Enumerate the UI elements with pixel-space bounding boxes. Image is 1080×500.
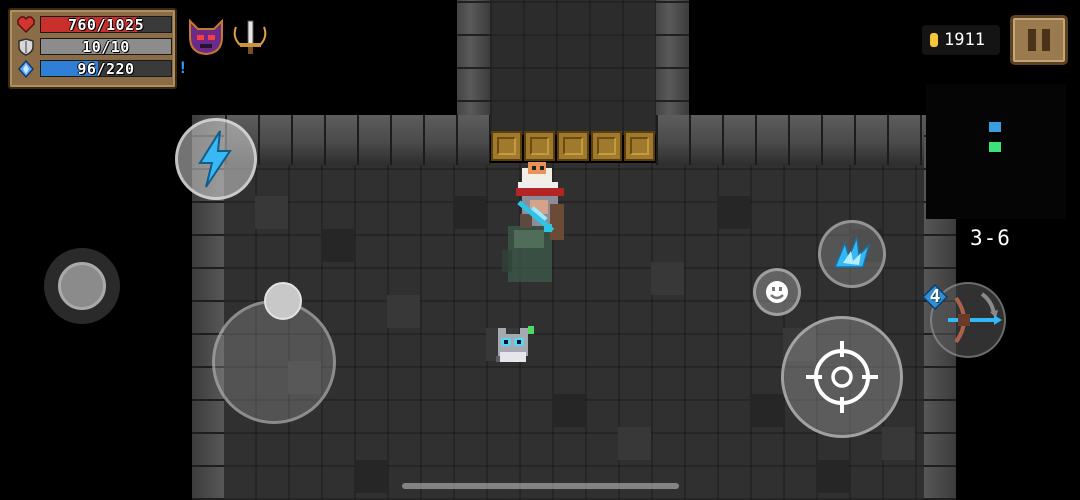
emote-button[interactable] — [753, 268, 801, 316]
energy-value: 96/220 — [77, 60, 135, 78]
door-block — [590, 131, 622, 161]
room-wall-top-right — [656, 115, 956, 165]
crosshair-icon — [806, 341, 878, 413]
player-character — [502, 162, 564, 282]
pause-icon — [1028, 29, 1036, 51]
alert-indicator: ! — [178, 58, 188, 77]
armor-bar: 10/10 — [40, 38, 172, 56]
door-block — [491, 131, 523, 161]
special-skill-button[interactable] — [818, 220, 886, 288]
pause-button[interactable] — [1010, 15, 1068, 65]
armor-value: 10/10 — [82, 38, 130, 56]
smiley-icon — [766, 281, 788, 303]
coin-value: 1911 — [944, 30, 985, 50]
hp-bar: 760/1025 — [40, 16, 172, 34]
swap-arrow-icon — [980, 292, 996, 315]
skill-button[interactable] — [175, 118, 257, 200]
minimap-start-room — [989, 142, 1001, 152]
joystick-ghost[interactable] — [44, 248, 120, 324]
door-block — [557, 131, 589, 161]
hp-row: 760/1025 — [16, 15, 172, 34]
weapon-energy-cost: 4 — [922, 284, 948, 310]
joystick-ghost-knob — [58, 262, 106, 310]
minimap — [926, 84, 1066, 219]
room-doorway — [490, 131, 656, 161]
demon-helmet-buff-icon — [189, 18, 223, 56]
energy-row: 96/220 — [16, 59, 172, 78]
lightning-skill-icon — [198, 130, 232, 188]
attack-button[interactable] — [781, 316, 903, 438]
armor-row: 10/10 — [16, 37, 172, 56]
energy-crystal-icon — [18, 60, 34, 78]
movement-joystick[interactable] — [212, 300, 336, 424]
pause-icon — [1042, 29, 1050, 51]
door-block — [623, 131, 656, 161]
door-block — [524, 131, 556, 161]
shield-icon — [18, 38, 34, 56]
home-indicator[interactable] — [402, 483, 679, 489]
coin-counter: 1911 — [922, 25, 1000, 55]
ice-burst-icon — [833, 236, 871, 268]
weapon-energy-cost-value: 4 — [929, 286, 941, 307]
level-indicator: 3-6 — [970, 226, 1011, 250]
corridor-floor — [490, 0, 656, 135]
gold-coin-icon — [930, 33, 938, 47]
sword-buff-icon — [233, 20, 267, 54]
heart-icon — [17, 16, 35, 34]
cat-pet — [496, 326, 534, 362]
energy-bar: 96/220 — [40, 60, 172, 78]
minimap-current-room — [989, 122, 1001, 132]
hp-value: 760/1025 — [67, 16, 145, 34]
player-stats-panel: 760/1025 10/10 96/220 — [8, 8, 177, 89]
joystick-knob[interactable] — [264, 282, 302, 320]
